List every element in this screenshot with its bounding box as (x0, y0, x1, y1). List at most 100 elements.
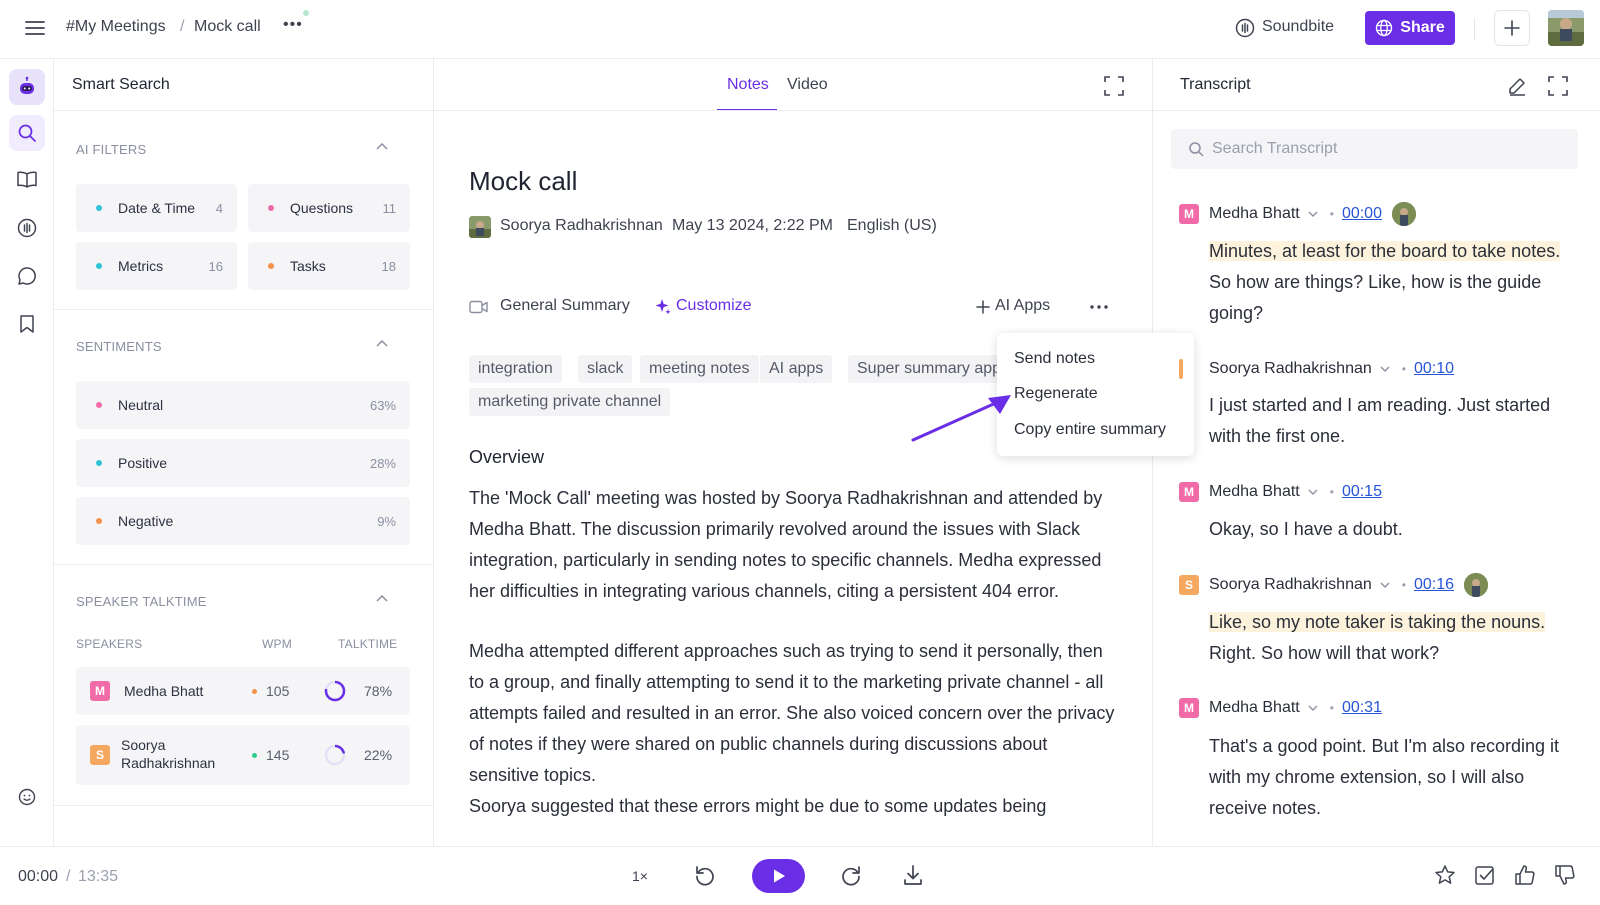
ai-filters-heading: AI FILTERS (76, 142, 147, 157)
download-icon[interactable] (902, 864, 924, 886)
smiley-icon[interactable] (9, 779, 45, 815)
forward-icon[interactable] (840, 864, 862, 886)
sentiment-dot (96, 402, 102, 408)
user-avatar[interactable] (1548, 10, 1584, 46)
tag-chip[interactable]: slack (578, 355, 633, 383)
more-options-icon[interactable] (1090, 305, 1108, 309)
tag-chip[interactable]: AI apps (760, 355, 833, 383)
transcript-text: That's a good point. But I'm also record… (1209, 731, 1579, 824)
customize-button[interactable]: Customize (676, 297, 752, 315)
speaker-wpm: 105 (266, 683, 290, 699)
hamburger-menu-icon[interactable] (24, 17, 46, 39)
breadcrumb-root[interactable]: #My Meetings (66, 18, 166, 36)
speaker-talktime: 78% (364, 683, 393, 699)
soundbite-button[interactable]: Soundbite (1262, 18, 1334, 36)
ai-apps-button[interactable]: AI Apps (995, 297, 1050, 315)
sentiment-neutral[interactable]: Neutral 63% (76, 381, 410, 429)
search-icon[interactable] (9, 115, 45, 151)
transcript-text-rest: Right. So how will that work? (1209, 643, 1440, 663)
bookmark-icon[interactable] (9, 306, 45, 342)
filter-count: 11 (382, 200, 397, 216)
search-placeholder: Search Transcript (1212, 140, 1338, 157)
timestamp-link[interactable]: 00:16 (1414, 576, 1454, 594)
speaker-name[interactable]: Soorya Radhakrishnan (1209, 576, 1372, 594)
overview-heading: Overview (469, 447, 545, 467)
tab-notes[interactable]: Notes (727, 76, 769, 94)
menu-item-send-notes[interactable]: Send notes (1014, 350, 1095, 368)
chevron-down-icon[interactable] (1308, 211, 1318, 217)
bot-icon[interactable] (9, 69, 45, 105)
soundbite-icon[interactable] (1234, 17, 1256, 39)
soundbite-rail-icon[interactable] (9, 210, 45, 246)
filter-questions[interactable]: Questions 11 (248, 184, 410, 232)
player-bar: 00:00 / 13:35 1× (0, 846, 1600, 905)
checkbox-icon[interactable] (1474, 864, 1496, 886)
filter-metrics[interactable]: Metrics 16 (76, 242, 237, 290)
filter-tasks[interactable]: Tasks 18 (248, 242, 410, 290)
menu-item-copy-summary[interactable]: Copy entire summary (1014, 421, 1166, 439)
star-icon[interactable] (1434, 864, 1456, 886)
chevron-up-icon[interactable] (376, 142, 388, 150)
speaker-name[interactable]: Soorya Radhakrishnan (1209, 360, 1372, 378)
separator-dot: • (1329, 701, 1334, 715)
separator-dot: • (1401, 362, 1406, 376)
highlighted-text: Minutes, at least for the board to take … (1209, 241, 1561, 261)
timestamp-link[interactable]: 00:10 (1414, 360, 1454, 378)
speaker-name[interactable]: Medha Bhatt (1209, 699, 1300, 717)
expand-icon[interactable] (1548, 76, 1568, 96)
rewind-icon[interactable] (694, 864, 716, 886)
chevron-down-icon[interactable] (1308, 705, 1318, 711)
playback-speed-button[interactable]: 1× (632, 868, 648, 884)
edit-icon[interactable] (1507, 76, 1527, 96)
chevron-down-icon[interactable] (1380, 582, 1390, 588)
col-talktime: TALKTIME (338, 637, 398, 651)
avatar: S (1179, 575, 1199, 595)
transcript-speaker-row: M Medha Bhatt • 00:00 (1179, 202, 1416, 226)
search-transcript-field[interactable]: Search Transcript (1171, 129, 1578, 169)
chevron-up-icon[interactable] (376, 594, 388, 602)
thumbs-down-icon[interactable] (1554, 864, 1576, 886)
tab-video[interactable]: Video (787, 76, 828, 94)
chevron-down-icon[interactable] (1380, 366, 1390, 372)
more-options-button[interactable]: ••• (283, 16, 303, 34)
sentiment-negative[interactable]: Negative 9% (76, 497, 410, 545)
meeting-language: English (US) (847, 217, 937, 234)
tag-chip[interactable]: meeting notes (640, 355, 759, 383)
tag-chip[interactable]: marketing private channel (469, 388, 671, 416)
timestamp-link[interactable]: 00:31 (1342, 699, 1382, 717)
thumbs-up-icon[interactable] (1514, 864, 1536, 886)
share-button[interactable]: Share (1365, 11, 1455, 45)
chevron-down-icon[interactable] (1308, 489, 1318, 495)
sentiment-percent: 9% (377, 513, 396, 529)
tag-chip[interactable]: integration (469, 355, 562, 383)
speaker-wpm: 145 (266, 747, 290, 763)
wpm-dot (252, 689, 257, 694)
transcript-text-rest: I just started and I am reading. Just st… (1209, 395, 1551, 446)
plus-icon[interactable] (976, 300, 990, 314)
speaker-name: Medha Bhatt (124, 683, 204, 699)
current-time: 00:00 (18, 868, 59, 885)
menu-item-regenerate[interactable]: Regenerate (1014, 385, 1098, 403)
expand-icon[interactable] (1104, 76, 1124, 96)
total-time: 13:35 (78, 868, 119, 885)
speaker-name[interactable]: Medha Bhatt (1209, 205, 1300, 223)
speaker-row[interactable]: S Soorya Radhakrishnan 145 22% (76, 725, 410, 785)
speaker-name[interactable]: Medha Bhatt (1209, 483, 1300, 501)
book-icon[interactable] (9, 162, 45, 198)
summary-type-selector[interactable]: General Summary (500, 297, 630, 315)
time-separator: / (66, 868, 71, 885)
tag-chip[interactable]: Super summary app (848, 355, 1011, 383)
timestamp-link[interactable]: 00:15 (1342, 483, 1382, 501)
filter-dot (96, 263, 102, 269)
play-button[interactable] (752, 859, 805, 893)
speaker-row[interactable]: M Medha Bhatt 105 78% (76, 667, 410, 715)
sentiment-positive[interactable]: Positive 28% (76, 439, 410, 487)
divider (54, 805, 433, 806)
add-button[interactable] (1494, 10, 1530, 46)
filter-date-time[interactable]: Date & Time 4 (76, 184, 237, 232)
chat-icon[interactable] (9, 258, 45, 294)
transcript-text-rest: Okay, so I have a doubt. (1209, 519, 1403, 539)
timestamp-link[interactable]: 00:00 (1342, 205, 1382, 223)
chevron-up-icon[interactable] (376, 339, 388, 347)
summary-paragraph: The 'Mock Call' meeting was hosted by So… (469, 488, 1103, 601)
